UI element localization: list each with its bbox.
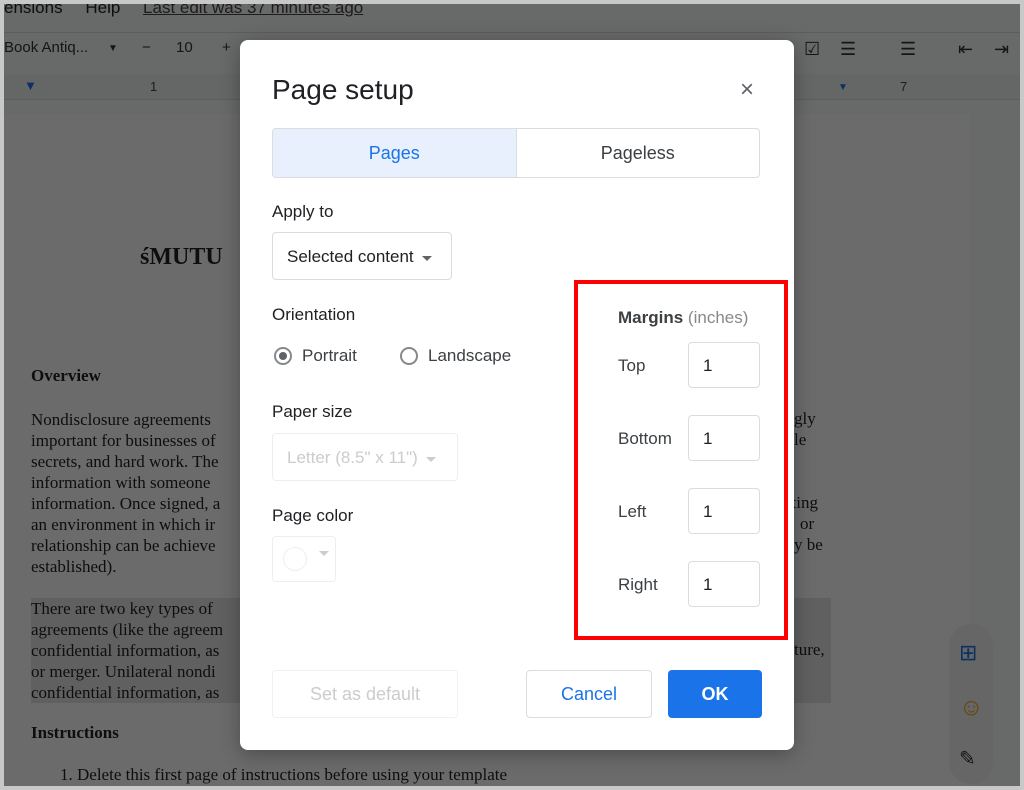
margin-top-label: Top	[618, 356, 646, 375]
margins-section: Margins (inches) Top 1 Bottom 1 Left 1 R…	[574, 280, 788, 640]
portrait-radio[interactable]: Portrait	[274, 346, 357, 366]
font-dropdown-icon[interactable]: ▼	[108, 43, 118, 54]
landscape-radio[interactable]: Landscape	[400, 346, 511, 366]
orientation-label: Orientation	[272, 305, 356, 324]
tab-pageless[interactable]: Pageless	[517, 129, 760, 177]
increase-indent-icon[interactable]: ⇥	[994, 39, 1009, 60]
menu-help[interactable]: Help	[85, 4, 120, 17]
ok-button[interactable]: OK	[668, 670, 762, 718]
text-fragment: y be	[794, 535, 823, 554]
font-select[interactable]: Book Antiq...	[4, 39, 88, 56]
tab-pages[interactable]: Pages	[273, 129, 517, 177]
margin-right-input[interactable]: 1	[688, 561, 760, 607]
numbered-list-icon[interactable]: ☰	[900, 39, 916, 60]
instructions-heading: Instructions	[31, 723, 119, 742]
chevron-down-icon	[425, 456, 436, 467]
side-actions: ⊞ ☺ ✎	[949, 624, 993, 784]
font-size-input[interactable]: 10	[176, 39, 193, 56]
page-setup-dialog: Page setup × Pages Pageless Apply to Sel…	[240, 40, 794, 750]
paragraph-1: Nondisclosure agreements important for bu…	[31, 410, 221, 576]
instruction-item: 1. Delete this first page of instruction…	[60, 765, 508, 784]
page-color-picker[interactable]	[272, 536, 336, 582]
chevron-down-icon	[421, 255, 432, 266]
add-comment-icon[interactable]: ⊞	[959, 640, 977, 666]
margins-title: Margins (inches)	[618, 308, 749, 327]
checklist-icon[interactable]: ☑	[804, 39, 820, 60]
radio-checked-icon	[274, 347, 292, 365]
set-default-button[interactable]: Set as default	[272, 670, 458, 718]
color-swatch	[283, 547, 307, 571]
paper-size-label: Paper size	[272, 402, 353, 421]
increase-font-button[interactable]: +	[222, 39, 231, 56]
radio-unchecked-icon	[400, 347, 418, 365]
margin-left-label: Left	[618, 502, 647, 521]
document-title: śMUTU	[140, 244, 223, 270]
apply-to-select[interactable]: Selected content	[272, 232, 452, 280]
paper-size-select[interactable]: Letter (8.5" x 11")	[272, 433, 458, 481]
decrease-indent-icon[interactable]: ⇤	[958, 39, 973, 60]
chevron-down-icon	[319, 551, 329, 561]
ruler-mark: 1	[150, 79, 158, 94]
cancel-button[interactable]: Cancel	[526, 670, 652, 718]
close-icon[interactable]: ×	[740, 76, 754, 104]
right-indent-icon[interactable]: ▼	[838, 82, 848, 93]
margin-right-label: Right	[618, 575, 658, 594]
margin-left-input[interactable]: 1	[688, 488, 760, 534]
text-fragment: or	[800, 514, 815, 533]
radio-label: Portrait	[302, 346, 357, 365]
emoji-reaction-icon[interactable]: ☺	[959, 694, 984, 722]
menubar: ensions Help Last edit was 37 minutes ag…	[4, 4, 381, 18]
apply-to-value: Selected content	[287, 247, 414, 266]
paper-size-value: Letter (8.5" x 11")	[287, 448, 418, 467]
margin-bottom-input[interactable]: 1	[688, 415, 760, 461]
text-fragment: le	[794, 430, 807, 449]
dialog-title: Page setup	[272, 74, 414, 105]
suggest-edits-icon[interactable]: ✎	[959, 746, 976, 771]
text-fragment: gly	[794, 409, 816, 428]
last-edit-link[interactable]: Last edit was 37 minutes ago	[143, 4, 363, 17]
margin-bottom-label: Bottom	[618, 429, 672, 448]
apply-to-label: Apply to	[272, 202, 334, 221]
ruler-mark: 7	[900, 79, 908, 94]
margin-top-input[interactable]: 1	[688, 342, 760, 388]
bulleted-list-icon[interactable]: ☰	[840, 39, 856, 60]
page-mode-toggle: Pages Pageless	[272, 128, 760, 178]
indent-marker-icon[interactable]: ▼	[24, 78, 37, 93]
overview-heading: Overview	[31, 366, 101, 385]
page-color-label: Page color	[272, 506, 354, 525]
decrease-font-button[interactable]: −	[142, 39, 151, 56]
radio-label: Landscape	[428, 346, 512, 365]
menu-extensions[interactable]: ensions	[4, 4, 63, 17]
text-fragment: ture,	[794, 640, 825, 660]
